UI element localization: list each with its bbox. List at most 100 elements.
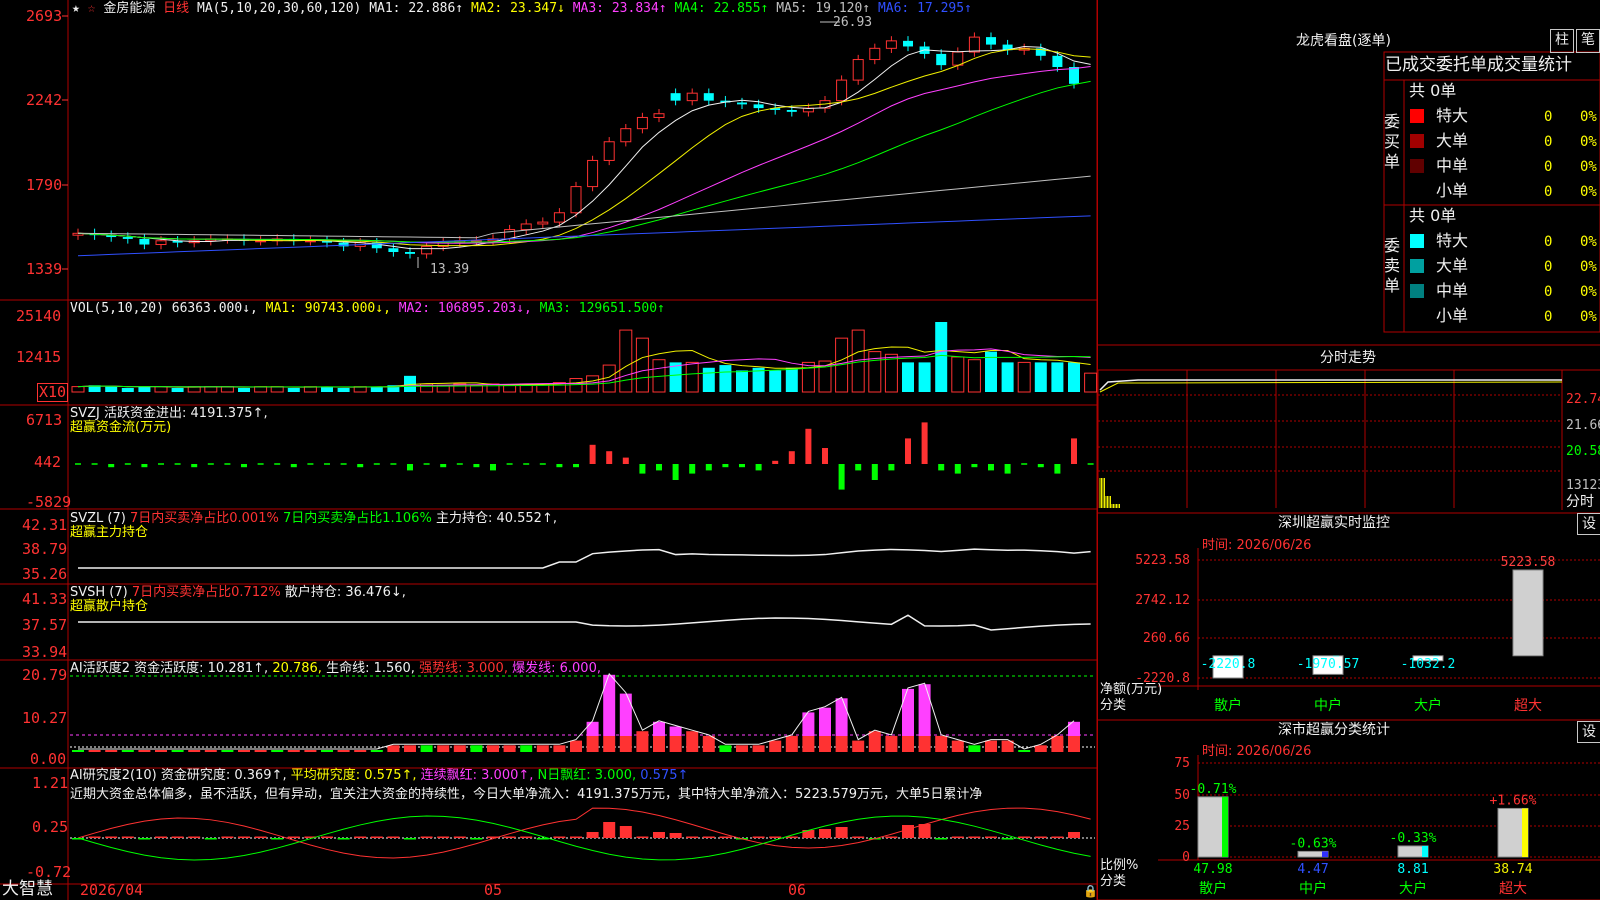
vol-bar-down [935,322,948,392]
research-bar-up [221,836,234,838]
order-color-swatch [1410,109,1424,123]
ma2-value: MA2: 23.347↓ [470,1,565,16]
research-bar-up [88,836,101,838]
chart-header: ★ ☆ 金房能源 日线 MA(5,10,20,30,60,120) MA1: 2… [72,1,972,16]
active-bar [1034,745,1047,752]
research-bar-up [619,826,632,838]
svzl-axis-label: 35.26 [22,565,68,583]
brand-label: 大智慧 [2,879,53,899]
classify-bar-stripe [1222,796,1228,857]
research-bar-up [902,825,914,838]
period-label[interactable]: 日线 [163,1,189,16]
fund-flow-bar-in [788,451,795,464]
active-bar [752,745,765,752]
vol-bar-down [902,362,914,392]
svzj-axis-label: 442 [34,453,62,471]
research-bar-up [370,836,383,838]
bar-view-button[interactable]: 柱 [1550,29,1574,53]
classify-title: 深市超赢分类统计 [1278,722,1390,738]
classify-change-label: -0.63% [1290,836,1337,851]
lock-icon[interactable]: 🔒 [1083,884,1098,898]
candle-up [836,79,848,102]
monitor-bar-stripe [1433,655,1439,657]
research-bar-up [354,836,367,838]
active-bar [72,750,84,752]
fund-flow-bar-out [639,464,646,474]
ma5-value: MA5: 19.120↑ [776,1,871,16]
active-bar [736,745,748,752]
classify-change-label: +1.66% [1490,793,1537,808]
fund-flow-bar-out [241,464,247,468]
vol-bar-up [1084,372,1098,393]
vol-label: VOL(5,10,20) [70,301,164,316]
order-size-label: 中单 [1436,281,1469,300]
candle-up [968,36,980,53]
research-bar-up [420,836,433,838]
ma3-value: MA3: 23.834↑ [572,1,667,16]
active-bar-burst [586,721,599,736]
active-bar-strong [1051,735,1064,752]
vol-bar-down [171,387,184,392]
vol-ma2: MA2: 106895.203↓, [398,301,532,316]
active-bar-strong [885,735,898,752]
svsh-axis-label: 41.33 [22,590,68,608]
classify-category-label: 中户 [1299,880,1327,897]
candle-down [388,248,399,252]
fund-flow-bar-zero [539,463,546,465]
order-row: 小单 0 0% [1408,181,1600,203]
fund-flow-bar-out [1004,464,1011,474]
ai-active-axis-label: 0.00 [30,750,67,768]
research-bar-up [453,836,466,838]
active-bar [155,750,167,752]
fund-flow-bar-out [490,464,496,471]
order-size-label: 小单 [1436,181,1469,200]
order-count: 0 [1544,134,1553,150]
ma10-line [77,48,1091,247]
fund-flow-bar-out [141,464,148,468]
ma-params: MA(5,10,20,30,60,120) [197,1,362,16]
active-bar-burst [603,674,616,736]
classify-axis-label: 75 [1174,756,1190,771]
mark-star-icon[interactable]: ☆ [88,1,96,16]
kline-chart-svg[interactable] [0,0,1098,900]
price-axis-label: 2242 [26,91,63,109]
active-bar-burst [619,693,632,736]
tick-view-button[interactable]: 笔 [1576,29,1600,53]
research-bar-up [719,836,732,838]
active-bar [254,750,267,752]
monitor-settings-button[interactable]: 设 [1577,513,1600,535]
vol-unit-label[interactable]: X10 [37,383,69,402]
research-bar-up [570,836,582,838]
research-bar-up [287,836,300,838]
ai-active-value2: 20.786, [272,661,322,676]
favorite-star-icon[interactable]: ★ [72,1,80,16]
svsh-net-ratio: 7日内买卖净占比0.712% [131,585,281,600]
classify-value-label: 47.98 [1193,862,1232,877]
fund-flow-bar-in [606,451,613,464]
intraday-title[interactable]: 分时走势 [1320,350,1376,366]
intraday-tag[interactable]: 分时 [1566,494,1594,510]
kline-chart-area[interactable] [0,0,1098,900]
fund-flow-bar-out [722,464,729,468]
vol-bar-up [71,386,85,393]
classify-settings-button[interactable]: 设 [1577,721,1600,743]
vol-bar-down [1001,362,1014,392]
classify-bar-stripe [1522,808,1528,857]
vol-bar-up [486,383,500,393]
vol-bar-up [635,337,649,393]
fund-flow-bar-out [1037,464,1044,468]
research-bar-down [337,838,350,840]
classify-change-label: -0.33% [1390,831,1437,846]
active-bar-strong [686,731,699,752]
svsh-legend: SVSH (7) 7日内买卖净占比0.712% 散户持仓: 36.476↓, [70,585,406,600]
order-pct: 0% [1580,184,1597,200]
monitor-category-label: 超大 [1514,698,1542,714]
fund-flow-bar-in [622,457,629,464]
ai-research-axis-label: 1.21 [32,774,69,792]
main-position-line [78,548,1091,569]
vol-bar-down [785,367,798,392]
research-bar-up [586,832,599,838]
intraday-axis-label: 21.66 [1566,418,1600,433]
vol-ma3: MA3: 129651.500↑ [539,301,665,316]
ai-active-axis-label: 10.27 [22,709,68,727]
